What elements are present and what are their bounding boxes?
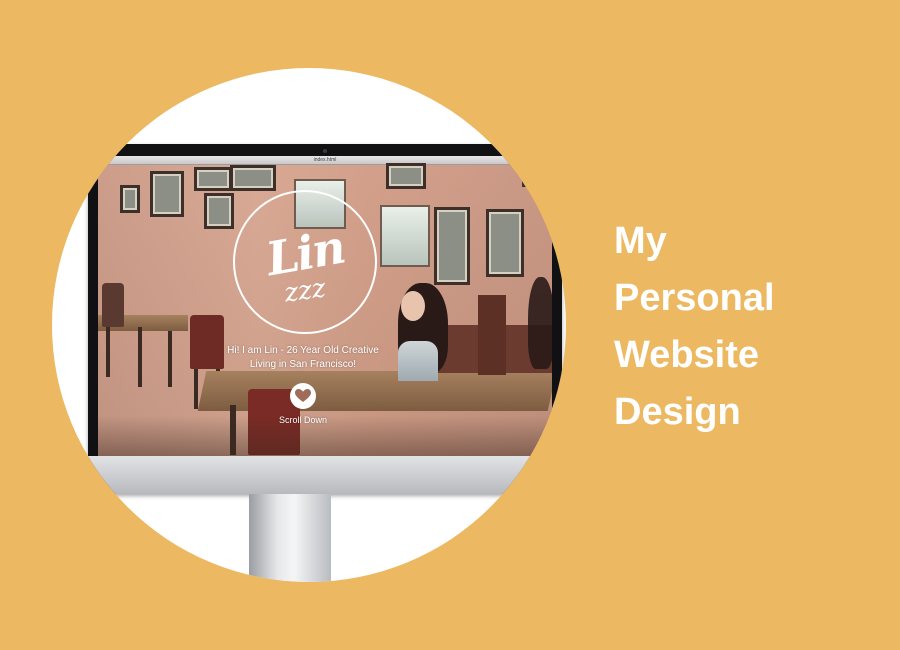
wall-frame: [486, 209, 524, 277]
wall-frame: [434, 207, 470, 285]
monitor-chin: [88, 456, 562, 494]
window-title: index.html: [313, 157, 337, 163]
chair-leg: [168, 331, 172, 387]
hero-location-line: Living in San Francisco!: [249, 359, 357, 370]
site-logo[interactable]: Lin zzz: [233, 190, 377, 334]
headline-line: Website: [614, 334, 760, 376]
wall-frame: [230, 165, 276, 191]
person-face: [401, 291, 425, 321]
chair: [102, 283, 124, 327]
white-circle-backdrop: index.html Lin zzz Hi! I am Lin - 26 Yea…: [52, 68, 566, 582]
heart-icon: [295, 389, 311, 402]
desktop-monitor: index.html Lin zzz Hi! I am Lin - 26 Yea…: [88, 144, 562, 494]
wall-frame: [194, 167, 232, 191]
slide-canvas: index.html Lin zzz Hi! I am Lin - 26 Yea…: [0, 0, 900, 650]
hero-intro-line: Hi! I am Lin - 26 Year Old Creative: [227, 345, 379, 356]
headline-line: My: [614, 220, 667, 262]
page-headline: My Personal Website Design: [614, 213, 775, 441]
booth-divider: [478, 295, 506, 375]
wall-frame: [386, 163, 426, 189]
scroll-down-label[interactable]: Scroll Down: [263, 415, 343, 425]
wall-frame: [522, 165, 552, 187]
scroll-down-button[interactable]: [290, 383, 316, 409]
headline-line: Design: [614, 391, 741, 433]
wall-frame: [204, 193, 234, 229]
person-reflection: [528, 277, 552, 369]
monitor-stand: [249, 494, 331, 582]
wall-frame: [120, 185, 140, 213]
wall-frame: [150, 171, 184, 217]
hero-photo: Lin zzz Hi! I am Lin - 26 Year Old Creat…: [98, 163, 552, 456]
browser-titlebar: index.html: [98, 156, 552, 171]
chair-leg: [194, 369, 198, 409]
chair-leg: [106, 327, 110, 377]
chair-leg: [138, 327, 142, 387]
window-pane: [380, 205, 430, 267]
headline-line: Personal: [614, 277, 775, 319]
monitor-screen: index.html Lin zzz Hi! I am Lin - 26 Yea…: [98, 156, 552, 456]
camera-icon: [323, 149, 327, 153]
